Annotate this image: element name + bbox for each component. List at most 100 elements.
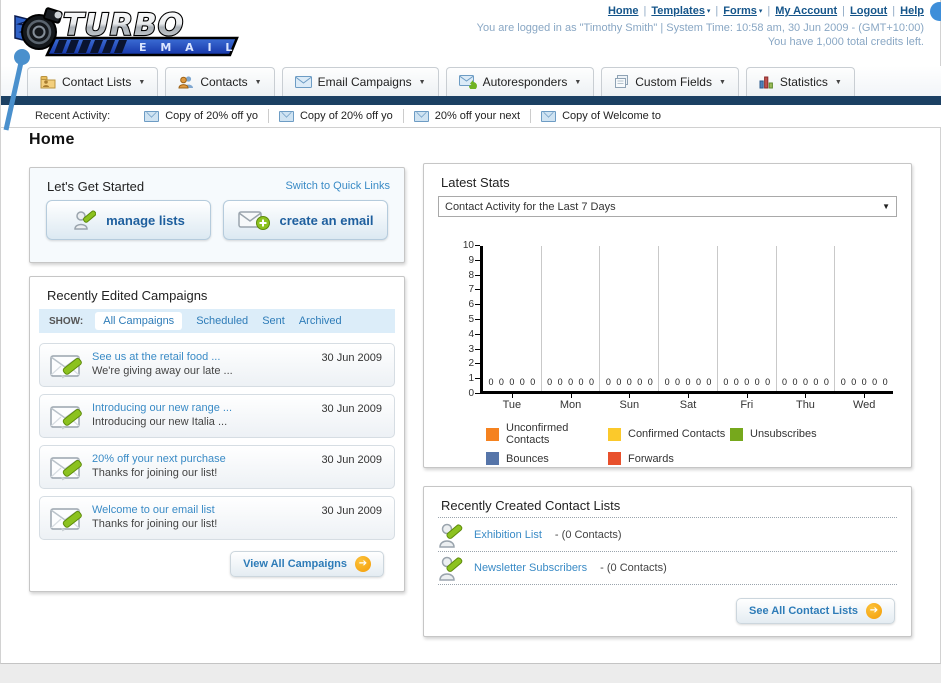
data-value: 0 <box>568 377 574 387</box>
turbo-email-logo: TURBO E M A I L <box>9 2 249 60</box>
contact-list-row[interactable]: Exhibition List - (0 Contacts) <box>438 517 897 551</box>
data-value-labels: 00000 <box>835 377 893 387</box>
envelope-icon <box>413 110 429 122</box>
recent-activity-item[interactable]: Copy of 20% off yo <box>134 109 269 123</box>
nav-link-separator: | <box>643 5 647 17</box>
y-tick-label: 6 <box>468 299 474 311</box>
chevron-down-icon: ▼ <box>718 78 726 86</box>
tab-label: Autoresponders <box>482 75 568 89</box>
x-tick-label: Mon <box>559 399 582 411</box>
y-tick-label: 9 <box>468 254 474 266</box>
campaign-date: 30 Jun 2009 <box>321 403 382 415</box>
contact-list-row[interactable]: Newsletter Subscribers - (0 Contacts) <box>438 551 897 585</box>
manage-lists-button[interactable]: manage lists <box>46 200 211 240</box>
contact-activity-chart: 0 1 2 3 4 5 6 7 8 9 10 0 0 0 0 0 Tue 0 0 0 0 0 Mon 0 0 0 0 0 Sun 0 0 0… <box>458 240 893 411</box>
help-bubble-icon[interactable] <box>930 2 941 21</box>
y-tick-label: 7 <box>468 284 474 296</box>
recent-activity-label: Recent Activity: <box>35 110 111 122</box>
tab-contact-lists[interactable]: Contact Lists ▼ <box>27 67 159 96</box>
chart-day-column: 0 0 0 0 0 Sat <box>659 246 718 411</box>
campaign-row[interactable]: 20% off your next purchase Thanks for joi… <box>39 445 395 489</box>
tab-email-campaigns[interactable]: Email Campaigns ▼ <box>281 67 439 96</box>
data-value: 0 <box>588 377 594 387</box>
tab-contacts[interactable]: Contacts ▼ <box>165 67 275 96</box>
view-all-campaigns-button[interactable]: View All Campaigns ➔ <box>230 551 384 577</box>
filter-sent[interactable]: Sent <box>262 315 285 327</box>
data-value-labels: 00000 <box>600 377 658 387</box>
top-link-home[interactable]: Home <box>608 5 639 17</box>
data-value: 0 <box>840 377 846 387</box>
recent-activity-item[interactable]: Copy of Welcome to <box>531 109 671 123</box>
stats-period-dropdown[interactable]: Contact Activity for the Last 7 Days ▼ <box>438 196 897 217</box>
envelope-icon <box>278 110 294 122</box>
chart-legend: Unconfirmed Contacts Confirmed Contacts Un… <box>486 422 870 465</box>
data-value-labels: 00000 <box>483 377 541 387</box>
latest-stats-panel: Latest Stats Contact Activity for the La… <box>423 163 912 468</box>
legend-swatch <box>486 427 499 441</box>
filter-archived[interactable]: Archived <box>299 315 342 327</box>
people-icon <box>178 75 194 89</box>
see-all-contact-lists-button[interactable]: See All Contact Lists ➔ <box>735 598 895 624</box>
person-pencil-icon <box>438 521 464 549</box>
top-link-templates[interactable]: Templates <box>651 5 705 17</box>
y-tick-label: 3 <box>468 343 474 355</box>
logo-email-text: E M A I L <box>139 41 237 54</box>
envelope-icon <box>294 76 312 88</box>
person-pencil-icon <box>74 210 97 230</box>
chart-day-column: 0 0 0 0 0 Thu <box>777 246 836 411</box>
top-link-help[interactable]: Help <box>900 5 924 17</box>
legend-item: Bounces <box>486 452 608 465</box>
turbo-email-dashboard: TURBO E M A I L Home | Templates ▾ | Forms ▾… <box>0 0 941 683</box>
tab-custom-fields[interactable]: Custom Fields ▼ <box>601 67 739 96</box>
data-value-labels: 00000 <box>659 377 717 387</box>
recent-activity-item[interactable]: 20% off your next <box>404 109 532 123</box>
campaign-subtitle: We're giving away our late ... <box>92 365 233 377</box>
data-value: 0 <box>557 377 563 387</box>
person-pencil-icon <box>438 554 464 582</box>
chart-day-column: 0 0 0 0 0 Fri <box>718 246 777 411</box>
campaign-row[interactable]: Welcome to our email list Thanks for join… <box>39 496 395 540</box>
top-link-my-account[interactable]: My Account <box>775 5 837 17</box>
chevron-down-icon: ▾ <box>704 8 711 15</box>
tab-label: Contacts <box>200 75 248 89</box>
switch-quick-links-link[interactable]: Switch to Quick Links <box>285 180 390 192</box>
data-value: 0 <box>872 377 878 387</box>
tab-statistics[interactable]: Statistics ▼ <box>745 67 855 96</box>
campaign-filter-bar: SHOW: All Campaigns Scheduled Sent Archived <box>39 309 395 333</box>
campaign-date: 30 Jun 2009 <box>321 352 382 364</box>
top-link-logout[interactable]: Logout <box>850 5 887 17</box>
campaign-row[interactable]: Introducing our new range ... Introducing… <box>39 394 395 438</box>
data-value: 0 <box>675 377 681 387</box>
data-value: 0 <box>744 377 750 387</box>
x-tick-mark <box>746 394 748 398</box>
recent-campaigns-panel: Recently Edited Campaigns SHOW: All Camp… <box>29 276 405 592</box>
contact-list-link[interactable]: Exhibition List <box>474 529 542 541</box>
bar-chart-icon <box>759 75 774 89</box>
view-all-campaigns-label: View All Campaigns <box>243 558 347 570</box>
create-email-button[interactable]: create an email <box>223 200 388 240</box>
get-started-title: Let's Get Started <box>47 179 145 194</box>
data-value-labels: 00000 <box>718 377 776 387</box>
y-tick-label: 8 <box>468 269 474 281</box>
chart-day-column: 0 0 0 0 0 Tue <box>483 246 542 411</box>
legend-item: Unconfirmed Contacts <box>486 422 608 446</box>
recent-activity-item-label: Copy of 20% off yo <box>299 110 393 122</box>
contact-list-link[interactable]: Newsletter Subscribers <box>474 562 587 574</box>
content-frame: TURBO E M A I L Home | Templates ▾ | Forms ▾… <box>0 0 941 664</box>
data-value: 0 <box>851 377 857 387</box>
legend-label: Forwards <box>628 452 674 465</box>
recent-activity-item[interactable]: Copy of 20% off yo <box>269 109 404 123</box>
x-tick-label: Thu <box>795 399 815 411</box>
credits-text: You have 1,000 total credits left. <box>767 36 924 48</box>
create-email-label: create an email <box>279 212 374 228</box>
envelope-pencil-icon <box>50 351 86 384</box>
filter-scheduled[interactable]: Scheduled <box>196 315 248 327</box>
tab-autoresponders[interactable]: Autoresponders ▼ <box>445 67 595 96</box>
chevron-down-icon: ▾ <box>756 8 763 15</box>
y-tick-label: 10 <box>462 240 474 251</box>
data-value: 0 <box>695 377 701 387</box>
top-nav-links: Home | Templates ▾ | Forms ▾ | My Account | Logo… <box>608 5 924 17</box>
filter-all-campaigns[interactable]: All Campaigns <box>95 312 183 330</box>
top-link-forms[interactable]: Forms <box>723 5 757 17</box>
campaign-row[interactable]: See us at the retail food ... We're givin… <box>39 343 395 387</box>
